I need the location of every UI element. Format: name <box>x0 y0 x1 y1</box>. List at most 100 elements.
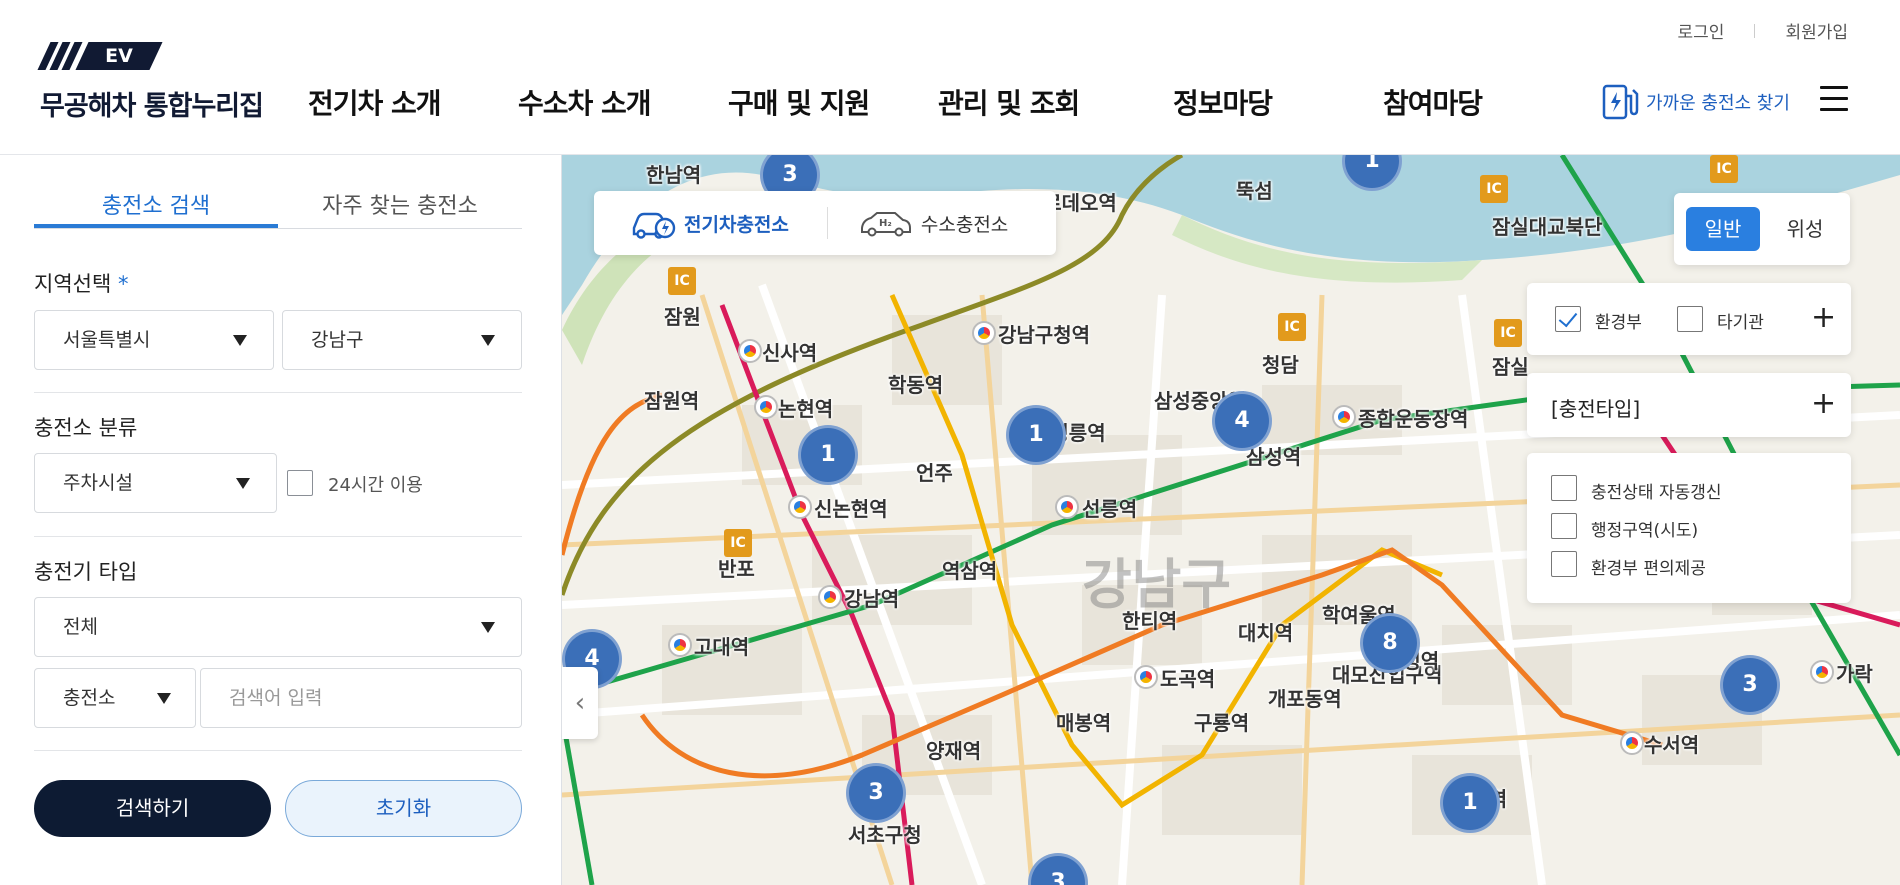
nav-item-purchase[interactable]: 구매 및 지원 <box>728 82 938 122</box>
tab-station-search[interactable]: 충전소 검색 <box>34 185 278 228</box>
station-label: 선릉역 <box>1082 497 1138 521</box>
logo-text: 무공해차 통합누리집 <box>40 91 264 122</box>
charger-type-select[interactable]: 전체 <box>34 597 522 657</box>
nav-item-h2-intro[interactable]: 수소차 소개 <box>518 82 728 122</box>
station-marker[interactable] <box>668 633 692 657</box>
ministry-convenience-label: 환경부 편의제공 <box>1591 559 1706 579</box>
nearby-charger-button[interactable]: 가까운 충전소 찾기 <box>1600 82 1790 122</box>
tab-favorite-stations[interactable]: 자주 찾는 충전소 <box>278 185 522 228</box>
ministry-convenience-checkbox[interactable] <box>1551 551 1577 577</box>
nav-item-manage[interactable]: 관리 및 조회 <box>938 82 1173 122</box>
auto-refresh-checkbox[interactable] <box>1551 475 1577 501</box>
station-label: 대치역 <box>1238 621 1294 645</box>
interchange-icon: IC <box>1480 175 1508 203</box>
station-label: 신사역 <box>762 341 818 365</box>
charge-type-panel[interactable]: [충전타입] + <box>1527 373 1851 437</box>
nav-item-info[interactable]: 정보마당 <box>1173 82 1383 122</box>
station-marker[interactable] <box>1134 665 1158 689</box>
chevron-left-icon[interactable]: ‹ <box>562 667 598 739</box>
station-label: 고대역 <box>694 635 750 659</box>
station-label: 잠원 <box>664 305 701 329</box>
cluster-marker[interactable]: 3 <box>1720 655 1780 715</box>
station-marker[interactable] <box>1055 495 1079 519</box>
search-tabs: 충전소 검색 자주 찾는 충전소 <box>34 185 522 229</box>
station-label: 도곡역 <box>1160 667 1216 691</box>
map-type-satellite[interactable]: 위성 <box>1770 207 1840 251</box>
station-label: 종합운동장역 <box>1358 407 1469 431</box>
24h-checkbox[interactable] <box>287 470 313 496</box>
map-type-normal[interactable]: 일반 <box>1686 207 1760 251</box>
region-label: 지역선택 * <box>34 268 128 298</box>
dropdown-arrow-icon <box>481 335 495 346</box>
ev-charger-toggle[interactable]: 전기차충전소 <box>630 206 789 240</box>
map-view[interactable]: 강남구 신사역 논현역 신논현역 강남역 강남구청역 선정릉역 선릉역 삼성역 … <box>562 155 1900 885</box>
station-marker[interactable] <box>754 395 778 419</box>
search-button[interactable]: 검색하기 <box>34 780 271 837</box>
search-sidebar: 충전소 검색 자주 찾는 충전소 지역선택 * 서울특별시 강남구 충전소 분류… <box>0 155 562 885</box>
ministry-label: 환경부 <box>1595 313 1642 333</box>
divider <box>34 392 522 393</box>
district-select[interactable]: 강남구 <box>282 310 522 370</box>
cluster-marker[interactable]: 3 <box>846 763 906 823</box>
station-marker[interactable] <box>972 321 996 345</box>
signup-link[interactable]: 회원가입 <box>1785 18 1848 43</box>
station-marker[interactable] <box>818 585 842 609</box>
cluster-marker[interactable]: 1 <box>798 425 858 485</box>
dropdown-arrow-icon <box>157 693 171 704</box>
station-label: 뚝섬 <box>1236 179 1273 203</box>
charger-type-label: 충전기 타입 <box>34 560 138 584</box>
org-filter-panel: 환경부 타기관 + <box>1527 283 1851 355</box>
region-label-text: 지역선택 <box>34 272 112 296</box>
station-marker[interactable] <box>1332 405 1356 429</box>
station-label: 구룡역 <box>1194 711 1250 735</box>
station-label: 잠원역 <box>644 389 700 413</box>
cluster-marker[interactable]: 1 <box>1006 405 1066 465</box>
interchange-icon: IC <box>1494 319 1522 347</box>
category-label: 충전소 분류 <box>34 416 138 440</box>
station-marker[interactable] <box>738 339 762 363</box>
map-options-panel: 충전상태 자동갱신 행정구역(시도) 환경부 편의제공 <box>1527 453 1851 603</box>
station-label: 수서역 <box>1644 733 1700 757</box>
24h-checkbox-label: 24시간 이용 <box>328 475 423 496</box>
station-marker[interactable] <box>1810 660 1834 684</box>
station-label: 양재역 <box>926 739 982 763</box>
charger-type-select-value: 전체 <box>63 616 98 638</box>
station-label: 강남역 <box>844 587 900 611</box>
menu-icon[interactable] <box>1820 86 1848 112</box>
plus-icon[interactable]: + <box>1811 303 1836 333</box>
cluster-marker[interactable]: 8 <box>1360 613 1420 673</box>
admin-area-label: 행정구역(시도) <box>1591 521 1699 541</box>
required-mark: * <box>117 272 129 296</box>
nav-item-participate[interactable]: 참여마당 <box>1383 82 1503 122</box>
hydrogen-car-icon: H₂ <box>860 212 911 237</box>
logo-badge: EV <box>37 42 163 70</box>
interchange-icon: IC <box>1710 155 1738 183</box>
search-input[interactable]: 검색어 입력 <box>200 668 522 728</box>
station-label: 반포 <box>718 557 755 581</box>
station-label: 잠실대교북단 <box>1492 215 1603 239</box>
site-logo[interactable]: EV 무공해차 통합누리집 <box>37 40 280 122</box>
other-org-checkbox[interactable] <box>1677 306 1703 332</box>
admin-area-checkbox[interactable] <box>1551 513 1577 539</box>
dropdown-arrow-icon <box>236 478 250 489</box>
city-select[interactable]: 서울특별시 <box>34 310 274 370</box>
category-select[interactable]: 주차시설 <box>34 453 277 513</box>
logo-badge-text: EV <box>105 45 133 67</box>
ministry-checkbox[interactable] <box>1555 306 1581 332</box>
nearby-charger-label: 가까운 충전소 찾기 <box>1646 93 1790 114</box>
station-marker[interactable] <box>788 495 812 519</box>
auto-refresh-label: 충전상태 자동갱신 <box>1591 483 1722 503</box>
h2-station-toggle[interactable]: H₂ 수소충전소 <box>859 208 1008 238</box>
search-scope-select[interactable]: 충전소 <box>34 668 196 728</box>
divider <box>34 750 522 751</box>
station-marker[interactable] <box>1620 731 1644 755</box>
logo-ev-block: EV <box>75 42 163 70</box>
cluster-marker[interactable]: 4 <box>1212 391 1272 451</box>
nav-item-ev-intro[interactable]: 전기차 소개 <box>308 82 518 122</box>
plus-icon[interactable]: + <box>1811 389 1836 419</box>
divider <box>34 536 522 537</box>
login-link[interactable]: 로그인 <box>1678 18 1725 43</box>
cluster-marker[interactable]: 1 <box>1440 773 1500 833</box>
dropdown-arrow-icon <box>233 335 247 346</box>
reset-button[interactable]: 초기화 <box>285 780 522 837</box>
